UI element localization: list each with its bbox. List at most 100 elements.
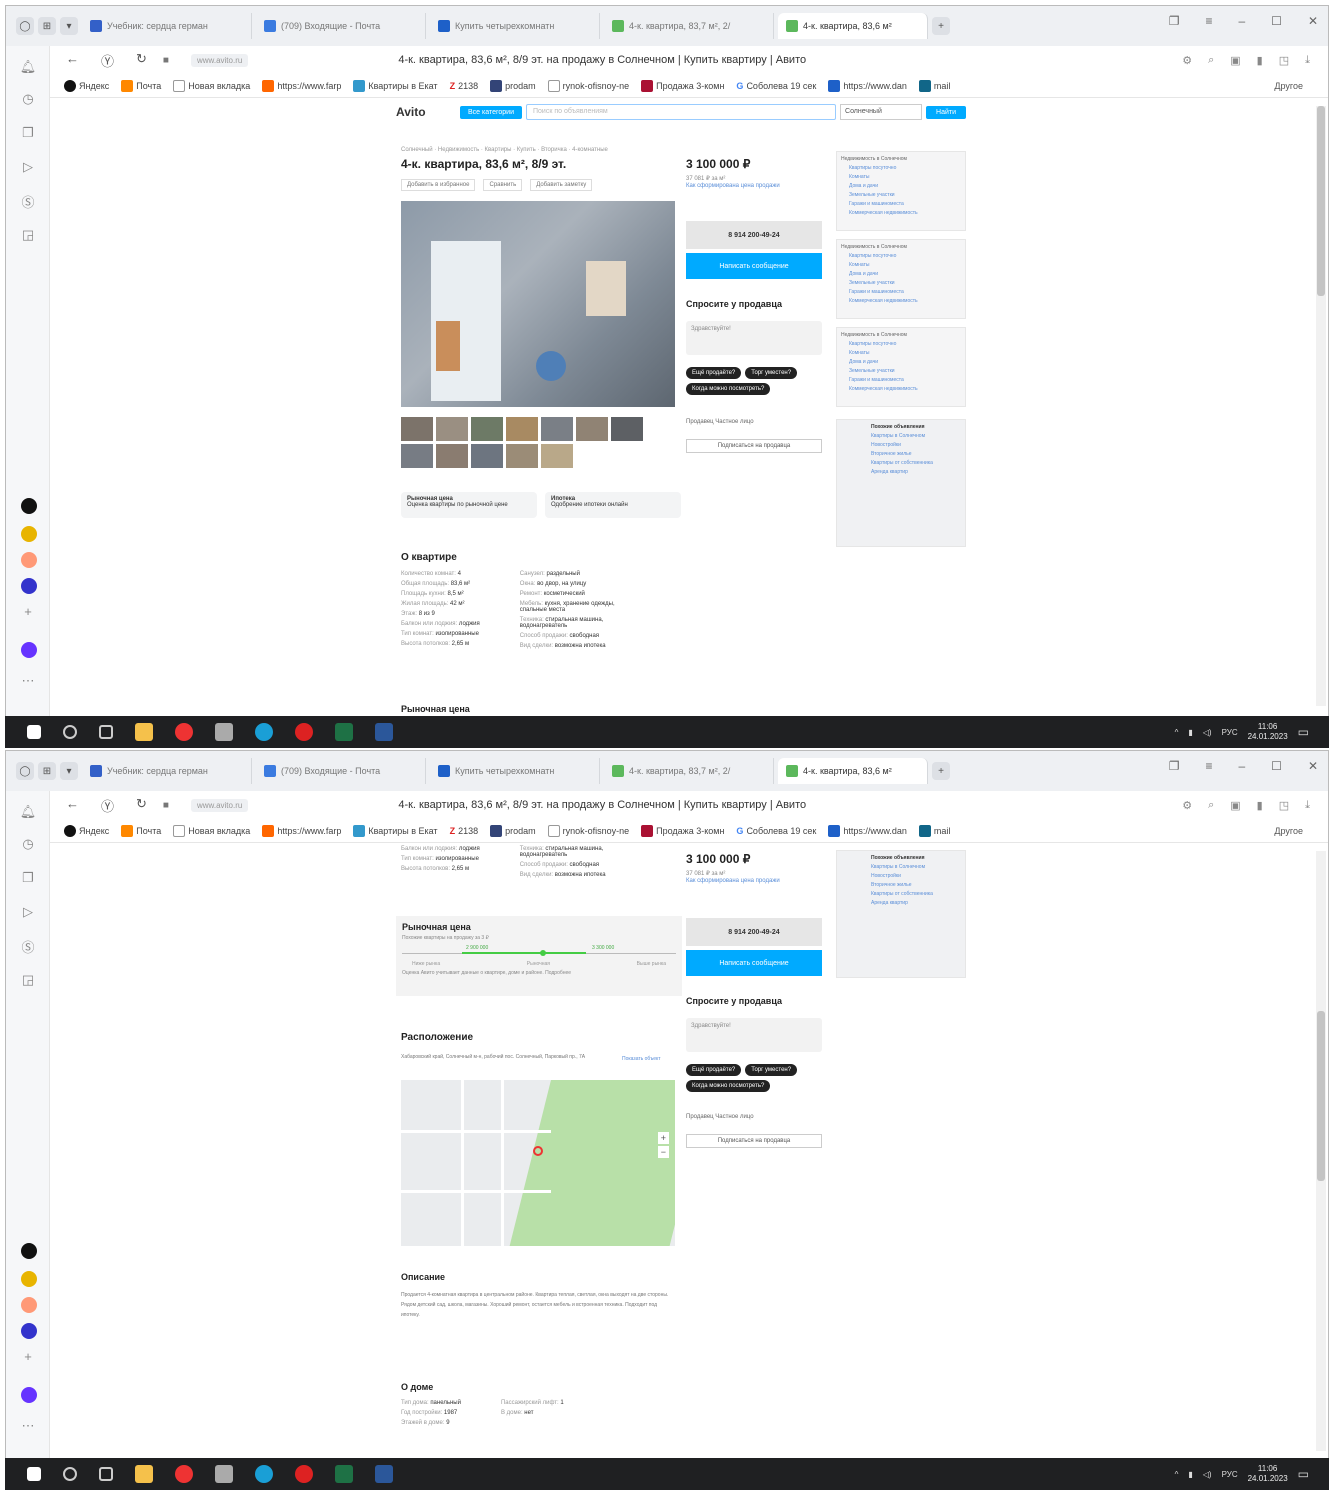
collections-icon[interactable]: ❐ — [1169, 759, 1180, 773]
thumbnail[interactable] — [611, 417, 643, 441]
similar-link[interactable]: Квартиры от собственника — [871, 891, 961, 897]
related-link[interactable]: Гаражи и машиноместа — [849, 201, 961, 207]
history-icon[interactable]: ◷ — [19, 835, 37, 853]
thumbnail[interactable] — [436, 417, 468, 441]
bookmark-item[interactable]: https://www.farp — [262, 79, 341, 92]
tabs-menu-icon[interactable]: ▾ — [60, 762, 78, 780]
ask-seller-input[interactable]: Здравствуйте! — [686, 321, 822, 355]
phone-button[interactable]: 8 914 200-49-24 — [686, 918, 822, 946]
thumbnail[interactable] — [471, 417, 503, 441]
app-icon[interactable] — [21, 1243, 37, 1259]
bookmark-item[interactable]: G Соболева 19 сек — [736, 826, 816, 836]
reload-icon[interactable]: ↻ — [136, 796, 147, 815]
tab-active[interactable]: 4-к. квартира, 83,6 м² — [778, 758, 928, 784]
bookmark-item[interactable]: Новая вкладка — [173, 824, 250, 837]
bookmark-item[interactable]: Яндекс — [64, 79, 109, 92]
bookmark-item[interactable]: Квартиры в Екат — [353, 79, 438, 92]
thumbnail[interactable] — [541, 444, 573, 468]
market-note[interactable]: Оценка Авито учитывает данные о квартире… — [402, 970, 676, 976]
bookmark-item[interactable]: Продажа 3-комн — [641, 824, 724, 837]
thumbnail[interactable] — [506, 417, 538, 441]
language-indicator[interactable]: РУС — [1222, 1470, 1238, 1479]
bookmark-item[interactable]: Продажа 3-комн — [641, 79, 724, 92]
word-icon[interactable] — [375, 723, 393, 741]
sidebar-toggle-icon[interactable]: ⊞ — [38, 762, 56, 780]
subscribe-seller-button[interactable]: Подписаться на продавца — [686, 1134, 822, 1148]
quick-question-chip[interactable]: Когда можно посмотреть? — [686, 383, 771, 395]
related-link[interactable]: Гаражи и машиноместа — [849, 377, 961, 383]
task-view-icon[interactable] — [99, 725, 113, 739]
task-view-icon[interactable] — [99, 1467, 113, 1481]
bookmark-item[interactable]: Z 2138 — [450, 81, 479, 91]
price-link[interactable]: Как сформирована цена продажи — [686, 878, 780, 884]
related-link[interactable]: Квартиры посуточно — [849, 341, 961, 347]
mortgage-card[interactable]: Ипотека Одобрение ипотеки онлайн — [545, 492, 681, 518]
bookmark-item[interactable]: mail — [918, 79, 950, 92]
similar-link[interactable]: Аренда квартир — [871, 900, 961, 906]
quick-question-chip[interactable]: Ещё продаёте? — [686, 367, 742, 379]
bookmark-item[interactable]: prodam — [490, 824, 536, 837]
ask-seller-input[interactable]: Здравствуйте! — [686, 1018, 822, 1052]
app-icon[interactable] — [21, 498, 37, 514]
similar-link[interactable]: Новостройки — [871, 442, 961, 448]
similar-link[interactable]: Квартиры в Солнечном — [871, 433, 961, 439]
related-link[interactable]: Квартиры посуточно — [849, 165, 961, 171]
zen-icon[interactable]: Ⓢ — [19, 937, 37, 955]
tab-0[interactable]: Учебник: сердца герман — [82, 13, 252, 39]
bookmark-item[interactable]: Яндекс — [64, 824, 109, 837]
bookmark-item[interactable]: rynok-ofisnoy-ne — [547, 824, 629, 837]
menu-icon[interactable]: ≡ — [1205, 14, 1212, 28]
search-input[interactable]: Поиск по объявлениям — [526, 104, 837, 120]
app-icon[interactable] — [295, 1465, 313, 1483]
bookmark-item[interactable]: Z 2138 — [450, 826, 479, 836]
compare-button[interactable]: Сравнить — [483, 179, 523, 191]
related-link[interactable]: Земельные участки — [849, 192, 961, 198]
bookmark-item[interactable]: Почта — [121, 79, 161, 92]
bookmark-item[interactable]: rynok-ofisnoy-ne — [547, 79, 629, 92]
phone-button[interactable]: 8 914 200-49-24 — [686, 221, 822, 249]
write-message-button[interactable]: Написать сообщение — [686, 253, 822, 279]
bookmark-item[interactable]: https://www.dan — [828, 824, 907, 837]
thumbnail[interactable] — [541, 417, 573, 441]
reader-icon[interactable]: ▣ — [1230, 799, 1240, 812]
thumbnail[interactable] — [401, 444, 433, 468]
page-scrollbar[interactable] — [1316, 851, 1326, 1451]
video-icon[interactable]: ▷ — [19, 158, 37, 176]
translate-icon[interactable]: ⚙ — [1182, 799, 1192, 812]
related-link[interactable]: Коммерческая недвижимость — [849, 298, 961, 304]
other-bookmarks[interactable]: Другое — [1274, 81, 1328, 91]
collections-icon[interactable]: ❐ — [19, 124, 37, 142]
volume-icon[interactable]: ◁) — [1203, 728, 1212, 737]
related-link[interactable]: Гаражи и машиноместа — [849, 289, 961, 295]
write-message-button[interactable]: Написать сообщение — [686, 950, 822, 976]
related-link[interactable]: Комнаты — [849, 350, 961, 356]
related-link[interactable]: Коммерческая недвижимость — [849, 210, 961, 216]
similar-link[interactable]: Квартиры в Солнечном — [871, 864, 961, 870]
menu-icon[interactable]: ≡ — [1205, 759, 1212, 773]
tabs-menu-icon[interactable]: ▾ — [60, 17, 78, 35]
screenshot-icon[interactable]: ◲ — [19, 971, 37, 989]
thumbnail[interactable] — [401, 417, 433, 441]
similar-link[interactable]: Аренда квартир — [871, 469, 961, 475]
close-icon[interactable]: ✕ — [1308, 759, 1318, 773]
explorer-icon[interactable] — [135, 1465, 153, 1483]
breadcrumb[interactable]: Солнечный · Недвижимость · Квартиры · Ку… — [401, 147, 608, 153]
bookmark-item[interactable]: prodam — [490, 79, 536, 92]
page-title[interactable]: 4-к. квартира, 83,6 м², 8/9 эт. на прода… — [398, 54, 806, 66]
avito-logo[interactable]: Avito — [396, 105, 456, 119]
search-icon[interactable] — [63, 1467, 77, 1481]
yandex-icon[interactable]: Ⓨ — [101, 51, 114, 70]
download-icon[interactable]: ⤓ — [1305, 799, 1310, 812]
network-icon[interactable]: ▮ — [1188, 1470, 1192, 1479]
location-map[interactable]: + − — [401, 1080, 675, 1246]
app-icon[interactable] — [21, 578, 37, 594]
back-icon[interactable]: ← — [66, 51, 79, 70]
category-button[interactable]: Все категории — [460, 105, 522, 119]
alice-icon[interactable] — [21, 1387, 37, 1403]
zen-icon[interactable]: Ⓢ — [19, 192, 37, 210]
related-link[interactable]: Дома и дачи — [849, 271, 961, 277]
related-link[interactable]: Комнаты — [849, 174, 961, 180]
network-icon[interactable]: ▮ — [1188, 728, 1192, 737]
more-icon[interactable]: ⋯ — [19, 1417, 37, 1435]
url-domain[interactable]: www.avito.ru — [190, 53, 249, 67]
